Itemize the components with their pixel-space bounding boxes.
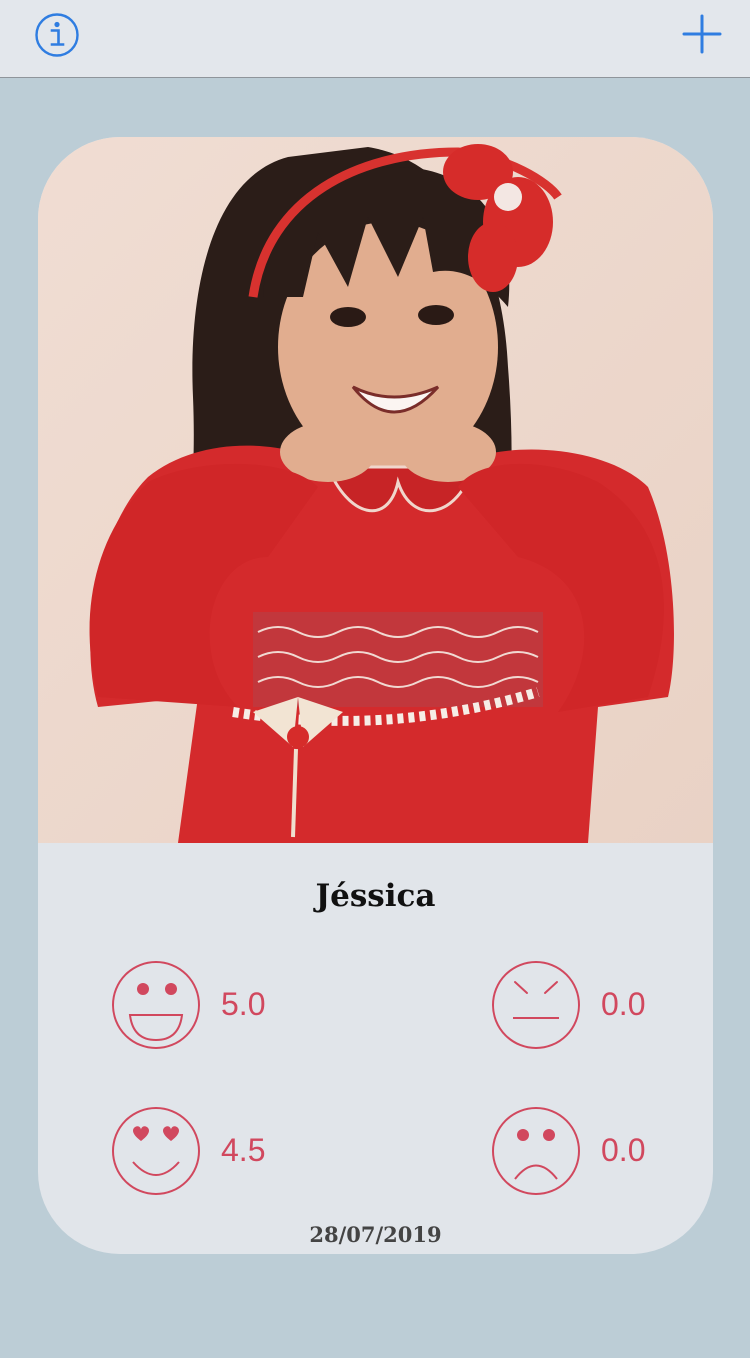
person-name: Jéssica [315,878,436,914]
stat-happy: 5.0 [111,960,311,1050]
top-toolbar [0,0,750,78]
add-button[interactable] [680,12,724,56]
info-circle-icon [35,13,79,57]
happy-face-icon [112,961,200,1049]
stat-happy-value: 5.0 [221,986,266,1022]
stat-love: 4.5 [111,1106,311,1196]
person-card[interactable]: Jéssica 5.0 0.0 4.5 0.0 28/07/2019 [38,137,713,1254]
stat-angry-value: 0.0 [601,986,646,1022]
person-photo [38,137,713,843]
stat-sad-value: 0.0 [601,1132,646,1168]
card-date: 28/07/2019 [309,1222,442,1247]
angry-face-icon [492,961,580,1049]
stat-angry: 0.0 [491,960,691,1050]
stat-sad: 0.0 [491,1106,691,1196]
heart-eyes-face-icon [112,1107,200,1195]
stat-love-value: 4.5 [221,1132,266,1168]
info-button[interactable] [34,12,80,58]
sad-face-icon [492,1107,580,1195]
plus-icon [682,14,722,54]
